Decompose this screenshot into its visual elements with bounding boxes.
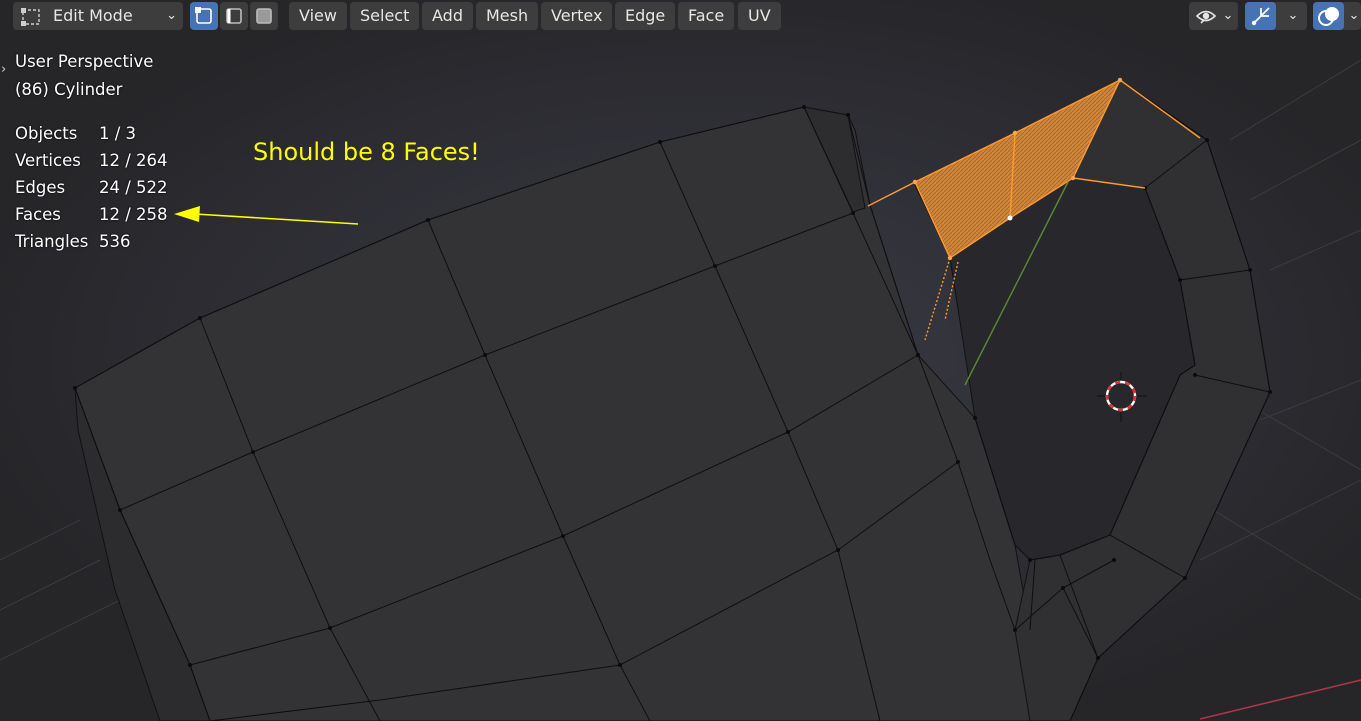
visibility-eye-icon [1193, 2, 1219, 30]
stat-edges-value: 24 / 522 [99, 178, 168, 197]
mode-label: Edit Mode [53, 6, 133, 25]
chevron-down-icon[interactable]: ⌄ [1347, 2, 1361, 30]
stat-vertices-label: Vertices [15, 151, 81, 170]
chevron-down-icon: ⌄ [1222, 8, 1234, 23]
menu-vertex[interactable]: Vertex [541, 2, 613, 30]
overlay-icon[interactable] [1313, 2, 1344, 30]
chevron-right-icon[interactable]: › [1, 62, 6, 77]
menu-select[interactable]: Select [350, 2, 420, 30]
stat-objects-label: Objects [15, 124, 78, 143]
chevron-down-icon: ⌄ [166, 8, 177, 23]
stat-objects-value: 1 / 3 [99, 124, 137, 143]
active-vertex [1007, 215, 1013, 221]
edge-select-button[interactable] [220, 2, 248, 30]
face-select-button[interactable] [250, 2, 278, 30]
face-select-icon [256, 8, 272, 24]
edge-select-icon [226, 8, 242, 24]
stat-edges-label: Edges [15, 178, 66, 197]
perspective-label: User Perspective [15, 52, 154, 71]
gizmo-icon[interactable] [1245, 2, 1276, 30]
overlay-toggle-group[interactable]: ⌄ [1313, 2, 1361, 30]
object-label: (86) Cylinder [15, 80, 123, 99]
stat-vertices-value: 12 / 264 [99, 151, 168, 170]
3d-viewport[interactable] [0, 0, 1361, 721]
viewport-canvas [0, 0, 1361, 721]
visibility-dropdown[interactable]: ⌄ [1189, 2, 1238, 30]
menu-mesh[interactable]: Mesh [476, 2, 539, 30]
gizmo-toggle-group[interactable]: ⌄ [1245, 2, 1307, 30]
menu-face[interactable]: Face [678, 2, 735, 30]
chevron-down-icon[interactable]: ⌄ [1281, 2, 1305, 30]
stat-triangles-value: 536 [99, 232, 131, 251]
vertex-select-icon [195, 7, 212, 24]
vertex-select-button[interactable] [190, 2, 218, 30]
menu-uv[interactable]: UV [738, 2, 781, 30]
mode-dropdown[interactable]: Edit Mode ⌄ [13, 2, 183, 30]
stat-faces-label: Faces [15, 205, 61, 224]
menu-view[interactable]: View [289, 2, 347, 30]
menu-add[interactable]: Add [422, 2, 473, 30]
menu-edge[interactable]: Edge [615, 2, 676, 30]
edit-mode-icon [21, 7, 41, 35]
annotation-text: Should be 8 Faces! [253, 138, 480, 166]
stat-faces-value: 12 / 258 [99, 205, 168, 224]
stat-triangles-label: Triangles [15, 232, 89, 251]
